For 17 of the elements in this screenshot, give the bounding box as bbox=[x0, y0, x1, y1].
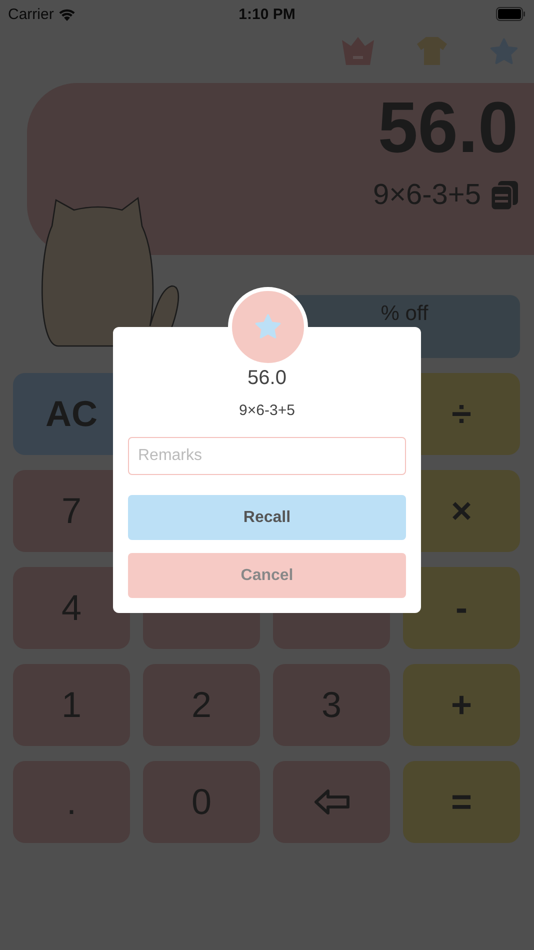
shirt-icon[interactable] bbox=[416, 36, 448, 66]
calculator-key[interactable]: = bbox=[403, 761, 520, 843]
dialog-value: 56.0 bbox=[248, 367, 286, 390]
cancel-button[interactable]: Cancel bbox=[128, 553, 406, 598]
wifi-icon bbox=[58, 8, 76, 20]
backspace-key[interactable] bbox=[273, 761, 390, 843]
remarks-field[interactable]: Remarks bbox=[128, 437, 406, 475]
clock-time: 1:10 PM bbox=[238, 6, 296, 22]
carrier-label: Carrier bbox=[8, 6, 54, 22]
dialog-expression: 9×6-3+5 bbox=[239, 402, 295, 419]
copy-icon[interactable] bbox=[491, 181, 518, 210]
calculator-key[interactable]: + bbox=[403, 664, 520, 746]
recall-button[interactable]: Recall bbox=[128, 495, 406, 540]
calculator-key[interactable]: - bbox=[403, 567, 520, 649]
calculator-key[interactable]: . bbox=[13, 761, 130, 843]
battery-icon bbox=[496, 7, 526, 21]
backspace-icon bbox=[314, 789, 350, 815]
